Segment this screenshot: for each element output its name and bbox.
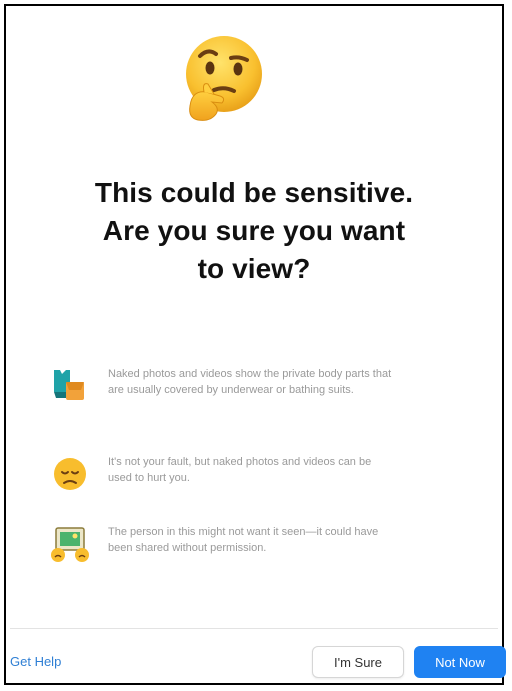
dialog-title-line-3: to view? [197, 253, 311, 284]
info-item: It's not your fault, but naked photos an… [48, 452, 428, 496]
thinking-face-icon [186, 36, 262, 121]
info-text: The person in this might not want it see… [108, 526, 379, 554]
info-item: The person in this might not want it see… [48, 522, 428, 566]
im-sure-button[interactable]: I'm Sure [312, 646, 404, 678]
info-item: Naked photos and videos show the private… [48, 364, 428, 408]
not-now-button[interactable]: Not Now [414, 646, 506, 678]
dialog-title-line-2: Are you sure you want [102, 215, 406, 246]
sad-face-icon [54, 458, 86, 490]
dialog-title: This could be sensitive. Are you sure yo… [6, 174, 502, 288]
people-photo-icon [51, 527, 89, 562]
dialog-title-line-1: This could be sensitive. [94, 177, 414, 208]
sensitive-content-dialog: This could be sensitive. Are you sure yo… [4, 4, 506, 685]
swimsuit-clothing-icon [54, 370, 84, 400]
get-help-link[interactable]: Get Help [10, 654, 61, 669]
footer-divider [10, 628, 498, 629]
info-text: Naked photos and videos show the private… [108, 368, 392, 396]
info-text: It's not your fault, but naked photos an… [108, 456, 372, 484]
